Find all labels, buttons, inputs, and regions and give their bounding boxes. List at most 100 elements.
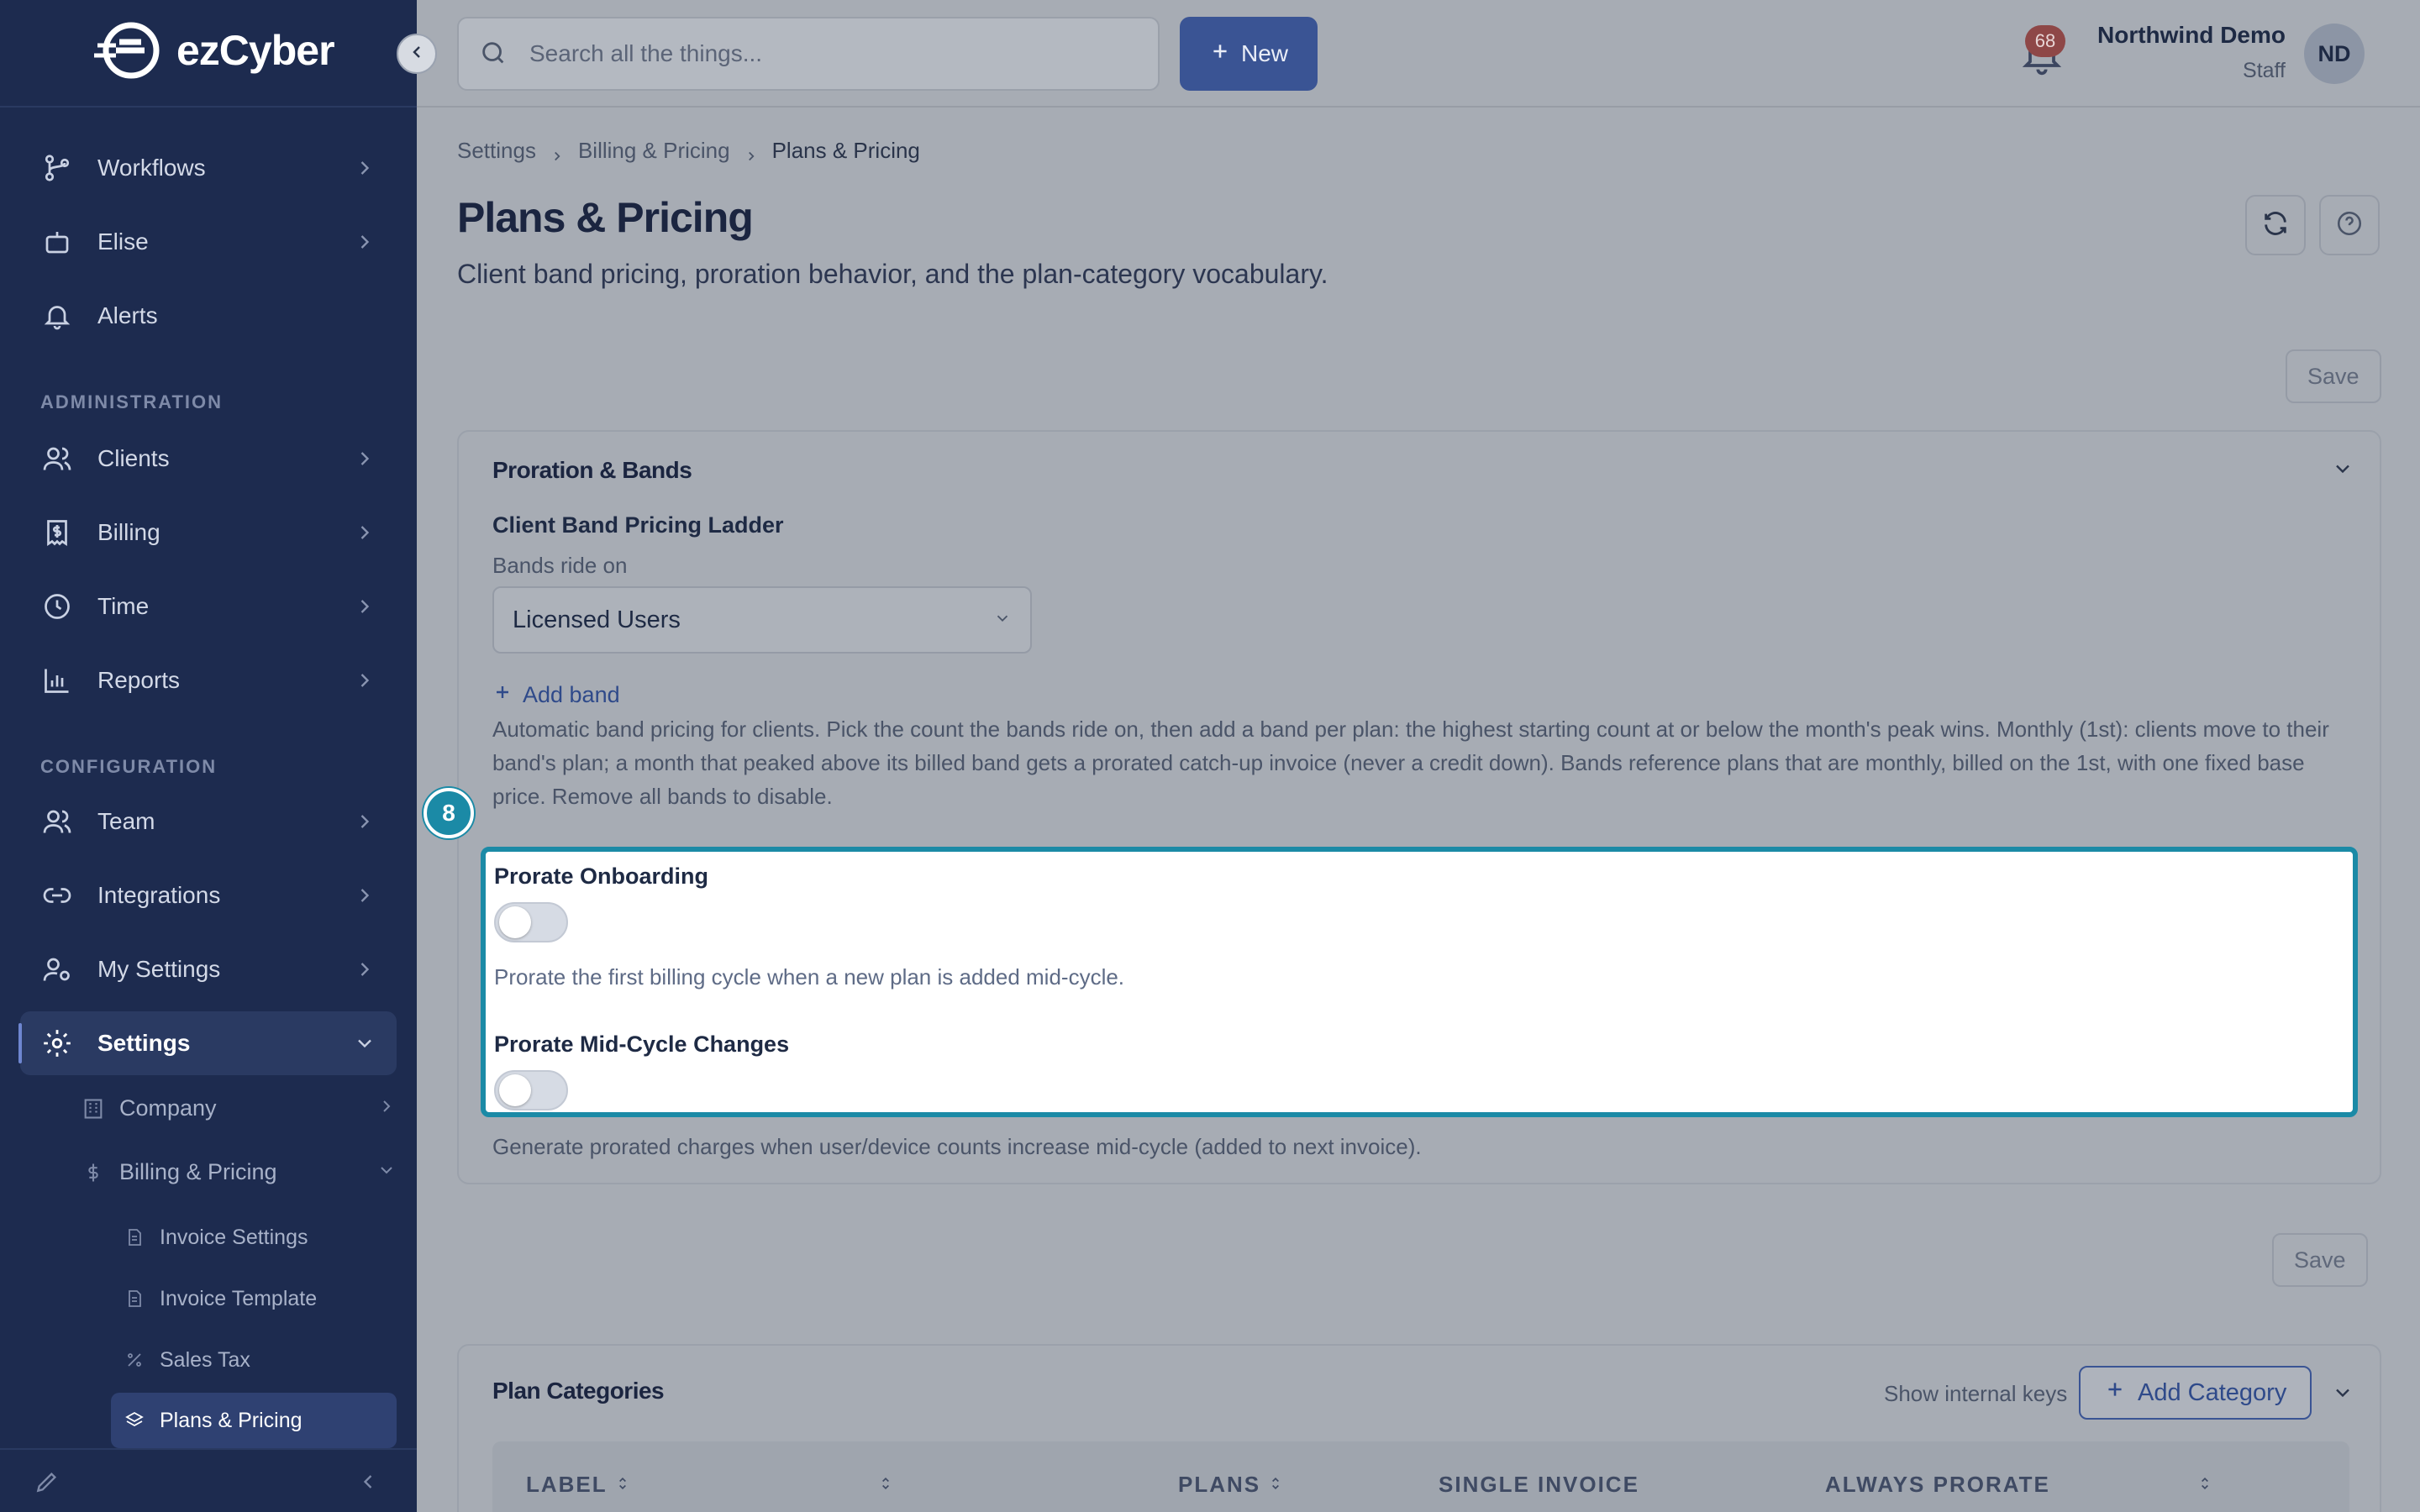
sort-icon [877,1472,894,1498]
sort-icon [1267,1472,1284,1498]
sidebar-item-plans-pricing[interactable]: Plans & Pricing [111,1393,397,1448]
chevron-down-icon [353,1032,376,1055]
ladder-label: Client Band Pricing Ladder [492,512,784,538]
sidebar-sub-billing-pricing[interactable]: Billing & Pricing [81,1159,397,1185]
add-band-link[interactable]: Add band [492,682,620,708]
save-button-top[interactable]: Save [2286,349,2381,403]
proration-card-title: Proration & Bands [492,457,692,483]
chevron-right-icon [353,447,376,470]
chevron-right-icon [376,1096,397,1121]
chevron-right-icon [353,156,376,180]
sidebar-item-team[interactable]: Team [20,790,397,853]
breadcrumb: Settings Billing & Pricing Plans & Prici… [457,138,920,164]
chevron-down-icon[interactable] [2331,457,2354,485]
column-header-always-prorate: ALWAYS PRORATE [1825,1472,2050,1498]
sidebar-item-reports[interactable]: Reports [20,648,397,712]
sidebar-item-label: Settings [97,1030,191,1056]
building-icon [81,1096,106,1121]
chevron-right-icon [353,230,376,254]
section-configuration: CONFIGURATION [40,756,218,777]
breadcrumb-current: Plans & Pricing [771,138,920,163]
bands-ride-select[interactable]: Licensed Users [492,586,1032,654]
sidebar-item-billing[interactable]: Billing [20,501,397,564]
user-gear-icon [40,953,74,986]
sidebar-item-label: Invoice Settings [160,1225,308,1249]
topbar: New 68 Northwind Demo Staff ND [417,0,2420,108]
sidebar-item-label: Workflows [97,155,206,181]
plan-categories-title: Plan Categories [492,1378,665,1404]
new-button[interactable]: New [1180,17,1318,91]
sidebar-item-label: Elise [97,228,149,255]
show-internal-keys-toggle[interactable]: Show internal keys [1884,1381,2067,1407]
chevron-right-icon [353,884,376,907]
sidebar-item-label: Billing [97,519,160,545]
column-header-plans[interactable]: PLANS [1178,1472,1284,1498]
prorate-onboarding-label: Prorate Onboarding [494,864,709,889]
sidebar-sub-label: Company [119,1095,217,1121]
sidebar-item-label: Clients [97,445,170,471]
column-header-label[interactable]: LABEL [526,1472,631,1498]
user-name[interactable]: Northwind Demo [2097,22,2286,49]
chevron-right-icon [353,669,376,692]
prorate-onboarding-toggle[interactable] [494,902,568,942]
chevron-right-icon [353,521,376,544]
chevron-right-icon [353,595,376,618]
page-title: Plans & Pricing [457,194,754,241]
user-role: Staff [2243,59,2286,82]
midcycle-help-text: Generate prorated charges when user/devi… [492,1134,1422,1159]
sidebar-item-time[interactable]: Time [20,575,397,638]
sidebar-item-sales-tax[interactable]: Sales Tax [111,1332,397,1388]
avatar[interactable]: ND [2304,24,2365,84]
sidebar-item-label: Time [97,593,150,619]
sidebar-item-settings[interactable]: Settings [18,1011,397,1075]
pencil-icon[interactable] [34,1468,60,1499]
column-label: LABEL [526,1472,608,1497]
add-band-label: Add band [523,682,620,707]
sidebar-sub-company[interactable]: Company [81,1095,397,1121]
search-input[interactable] [529,40,1134,67]
refresh-icon [2261,209,2290,242]
sidebar-item-invoice-settings[interactable]: Invoice Settings [111,1210,397,1265]
percent-icon [123,1348,146,1372]
search-box[interactable] [457,17,1160,91]
team-icon [40,805,74,838]
logo[interactable]: ezCyber [91,20,335,81]
main-content: Settings Billing & Pricing Plans & Prici… [417,109,2420,1512]
prorate-midcycle-toggle[interactable] [494,1070,568,1110]
receipt-icon [40,516,74,549]
sidebar-item-alerts[interactable]: Alerts [20,284,397,348]
sidebar-toggle-button[interactable] [397,34,437,74]
dollar-icon [81,1160,106,1185]
chevron-right-icon [550,144,565,160]
collapse-sidebar-icon[interactable] [356,1470,380,1498]
sidebar-footer [0,1448,417,1512]
bell-icon [40,299,74,333]
breadcrumb-settings[interactable]: Settings [457,138,536,164]
column-label: ALWAYS PRORATE [1825,1472,2050,1497]
sidebar-item-clients[interactable]: Clients [20,427,397,491]
chart-icon [40,664,74,697]
sidebar-item-invoice-template[interactable]: Invoice Template [111,1271,397,1326]
gear-icon [40,1026,74,1060]
column-sort-handle[interactable] [877,1472,894,1498]
sidebar-item-my-settings[interactable]: My Settings [20,937,397,1001]
sidebar-sub-label: Billing & Pricing [119,1159,277,1184]
refresh-button[interactable] [2245,195,2306,255]
sidebar-item-elise[interactable]: Elise [20,210,397,274]
sidebar-item-label: Reports [97,667,181,693]
categories-table-header: LABEL PLANS SINGLE INVOICE ALWAYS PRORAT… [492,1441,2349,1512]
help-button[interactable] [2319,195,2380,255]
breadcrumb-billing-pricing[interactable]: Billing & Pricing [578,138,730,164]
chevron-down-icon[interactable] [2331,1381,2354,1409]
add-category-button[interactable]: Add Category [2079,1366,2312,1420]
bands-ride-label: Bands ride on [492,553,628,578]
plus-icon [1209,40,1231,68]
chevron-right-icon [744,144,759,160]
sidebar-item-integrations[interactable]: Integrations [20,864,397,927]
column-sort-handle[interactable] [2196,1472,2213,1498]
notification-badge: 68 [2025,25,2065,57]
sort-icon [614,1472,631,1498]
sidebar-item-workflows[interactable]: Workflows [20,136,397,200]
tour-step-badge: 8 [424,788,474,838]
save-button-bottom[interactable]: Save [2272,1233,2368,1287]
